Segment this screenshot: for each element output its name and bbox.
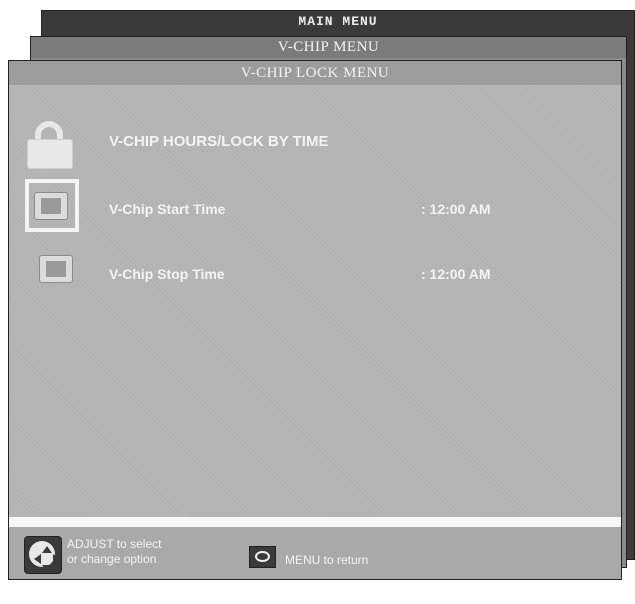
start-time-value[interactable]: : 12:00 AM <box>421 201 491 217</box>
vchip-lock-menu-panel: V-CHIP LOCK MENU V-CHIP HOURS/LOCK BY TI… <box>8 60 622 580</box>
menu-button-icon <box>249 546 276 568</box>
adjust-hint-line2: or change option <box>67 552 157 566</box>
stop-time-value[interactable]: : 12:00 AM <box>421 266 491 282</box>
main-menu-title: MAIN MENU <box>42 11 634 33</box>
start-time-label[interactable]: V-Chip Start Time <box>109 201 225 217</box>
lock-icon <box>27 121 77 169</box>
adjust-hint-line1: ADJUST to select <box>67 537 162 551</box>
menu-return-hint: MENU to return <box>285 553 369 567</box>
dpad-icon <box>24 536 62 574</box>
help-footer: ADJUST to select or change option MENU t… <box>9 527 621 579</box>
stop-time-label[interactable]: V-Chip Stop Time <box>109 266 225 282</box>
clock-icon[interactable] <box>39 255 73 283</box>
vchip-lock-menu-title: V-CHIP LOCK MENU <box>9 61 621 85</box>
vchip-menu-title: V-CHIP MENU <box>31 37 626 58</box>
adjust-hint: ADJUST to select or change option <box>67 537 161 567</box>
footer-divider <box>9 517 621 527</box>
lock-menu-content: V-CHIP HOURS/LOCK BY TIME V-Chip Start T… <box>9 85 621 517</box>
lock-by-time-heading: V-CHIP HOURS/LOCK BY TIME <box>109 133 329 150</box>
clock-icon[interactable] <box>34 192 68 220</box>
